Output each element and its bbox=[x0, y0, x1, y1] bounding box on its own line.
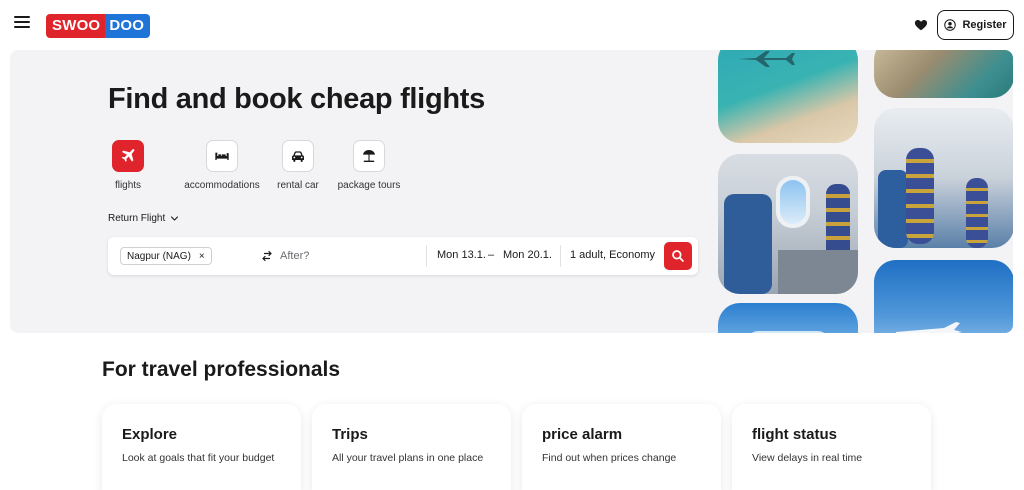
register-label: Register bbox=[962, 19, 1007, 31]
tab-package-tours[interactable]: package tours bbox=[338, 140, 400, 191]
card-flight-status[interactable]: flight status View delays in real time bbox=[732, 404, 931, 490]
tab-label: flights bbox=[114, 180, 142, 191]
logo-part2: DOO bbox=[105, 14, 151, 38]
date-separator: – bbox=[488, 249, 495, 261]
user-icon bbox=[944, 19, 957, 31]
airplane-shadow-graphic bbox=[738, 51, 795, 67]
top-bar: SWOO DOO Register bbox=[0, 0, 1024, 50]
tab-label: package tours bbox=[337, 180, 401, 191]
trip-type-label: Return Flight bbox=[108, 213, 166, 224]
card-explore[interactable]: Explore Look at goals that fit your budg… bbox=[102, 404, 301, 490]
card-description: View delays in real time bbox=[752, 452, 863, 464]
seat-graphic bbox=[724, 194, 772, 294]
page-title: Find and book cheap flights bbox=[108, 83, 485, 115]
register-button[interactable]: Register bbox=[937, 10, 1014, 40]
search-icon bbox=[672, 250, 684, 262]
tab-rental-car[interactable]: rental car bbox=[276, 140, 320, 191]
depart-date[interactable]: Mon 13.1. bbox=[437, 249, 486, 261]
cabin-mascots-photo bbox=[874, 108, 1013, 248]
hamburger-menu-icon[interactable] bbox=[14, 16, 30, 32]
tab-label: rental car bbox=[277, 180, 319, 191]
card-trips[interactable]: Trips All your travel plans in one place bbox=[312, 404, 511, 490]
cabin-window-photo bbox=[718, 154, 858, 294]
card-title: Explore bbox=[122, 426, 178, 443]
search-button[interactable] bbox=[664, 242, 692, 270]
logo-part1: SWOO bbox=[46, 14, 106, 38]
card-title: price alarm bbox=[542, 426, 623, 443]
resort-photo bbox=[874, 50, 1013, 98]
card-description: Find out when prices change bbox=[542, 452, 677, 464]
vertical-tabs: flights accommodations rental car packag… bbox=[108, 140, 400, 191]
travelers-cabin-selector[interactable]: 1 adult, Economy bbox=[570, 249, 655, 261]
airplane-icon bbox=[121, 149, 135, 162]
seat-graphic bbox=[878, 170, 908, 248]
car-icon bbox=[292, 151, 304, 162]
divider bbox=[426, 245, 427, 267]
card-description: Look at goals that fit your budget bbox=[122, 452, 275, 464]
beach-umbrella-icon bbox=[363, 150, 375, 162]
cloud-graphic bbox=[748, 331, 828, 333]
mascot-graphic bbox=[906, 148, 934, 244]
card-title: flight status bbox=[752, 426, 837, 443]
tab-accommodations[interactable]: accommodations bbox=[184, 140, 260, 191]
sky-airplane-photo bbox=[874, 260, 1013, 333]
mascot-graphic bbox=[966, 178, 988, 248]
tab-label: accommodations bbox=[184, 180, 260, 191]
airplane-window-graphic bbox=[776, 176, 810, 228]
trip-type-dropdown[interactable]: Return Flight bbox=[108, 213, 179, 224]
airplane-graphic bbox=[896, 322, 962, 333]
chevron-down-icon bbox=[171, 216, 179, 221]
destination-input[interactable] bbox=[280, 246, 420, 266]
swoodoo-logo[interactable]: SWOO DOO bbox=[46, 14, 151, 38]
hero-section: Find and book cheap flights flights acco… bbox=[10, 50, 1013, 333]
seat-row-graphic bbox=[778, 250, 858, 294]
swap-arrows-icon[interactable] bbox=[261, 249, 273, 263]
heart-icon[interactable] bbox=[914, 18, 928, 32]
tab-flights[interactable]: flights bbox=[108, 140, 148, 191]
bed-icon bbox=[215, 152, 229, 160]
origin-chip-label: Nagpur (NAG) bbox=[127, 250, 191, 262]
return-date[interactable]: Mon 20.1. bbox=[503, 249, 552, 261]
beach-airplane-photo bbox=[718, 50, 858, 143]
sky-photo bbox=[718, 303, 858, 333]
origin-chip[interactable]: Nagpur (NAG) × bbox=[120, 247, 212, 265]
card-price-alarm[interactable]: price alarm Find out when prices change bbox=[522, 404, 721, 490]
card-description: All your travel plans in one place bbox=[332, 452, 484, 464]
section-title: For travel professionals bbox=[102, 358, 341, 381]
divider bbox=[560, 245, 561, 267]
flight-search-form: Nagpur (NAG) × Mon 13.1. – Mon 20.1. 1 a… bbox=[108, 237, 698, 275]
card-title: Trips bbox=[332, 426, 368, 443]
close-icon[interactable]: × bbox=[199, 251, 205, 262]
